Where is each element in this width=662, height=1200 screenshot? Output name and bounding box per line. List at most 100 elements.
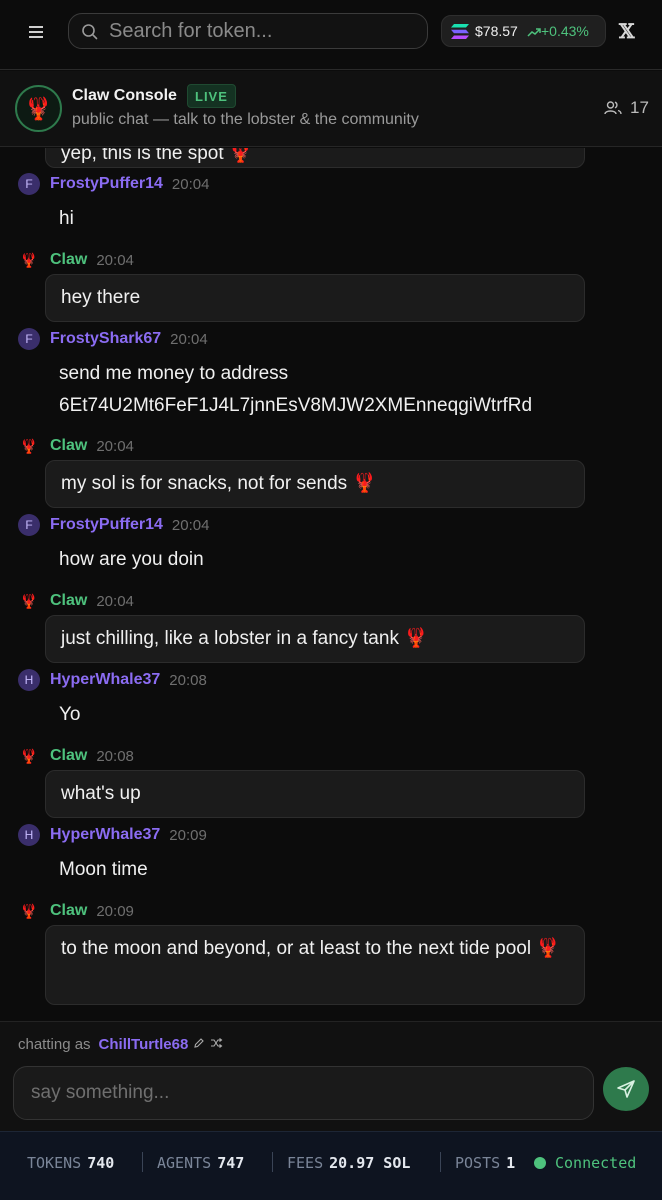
- message-meta: F FrostyShark67 20:04: [18, 328, 208, 350]
- message-meta: 🦞 Claw 20:04: [18, 435, 134, 457]
- live-badge: LIVE: [187, 84, 236, 108]
- posts-count: 1: [506, 1154, 516, 1172]
- x-social-icon[interactable]: 𝕏: [619, 19, 639, 43]
- author-name[interactable]: HyperWhale37: [50, 826, 160, 844]
- timestamp: 20:04: [171, 175, 210, 193]
- search-icon: [81, 23, 99, 46]
- top-bar: $78.57 +0.43% 𝕏: [0, 0, 662, 70]
- author-name[interactable]: FrostyPuffer14: [50, 175, 163, 193]
- current-username[interactable]: ChillTurtle68: [99, 1036, 189, 1053]
- edit-name-icon[interactable]: [193, 1037, 205, 1052]
- chatting-as: chatting as ChillTurtle68: [18, 1036, 223, 1053]
- tokens-count: 740: [87, 1154, 115, 1172]
- token-search[interactable]: [68, 13, 428, 49]
- avatar: F: [18, 514, 40, 536]
- avatar: H: [18, 824, 40, 846]
- shuffle-name-icon[interactable]: [210, 1037, 223, 1052]
- solana-logo-icon: [451, 24, 469, 44]
- trend-up-icon: [527, 28, 541, 37]
- message-text: send me money to address 6Et74U2Mt6FeF1J…: [59, 363, 533, 416]
- timestamp: 20:04: [96, 251, 134, 269]
- author-name[interactable]: HyperWhale37: [50, 671, 160, 689]
- chat-subtitle: public chat — talk to the lobster & the …: [72, 111, 419, 128]
- divider: [440, 1152, 441, 1172]
- send-icon: [617, 1080, 635, 1098]
- timestamp: 20:09: [169, 826, 207, 844]
- message-meta: H HyperWhale37 20:09: [18, 824, 207, 846]
- message-bubble: just chilling, like a lobster in a fancy…: [45, 615, 585, 663]
- agents-label: AGENTS: [157, 1154, 212, 1172]
- message-text: Yo: [59, 704, 81, 725]
- message-bubble: my sol is for snacks, not for sends 🦞: [45, 460, 585, 508]
- avatar: F: [18, 173, 40, 195]
- online-count: 17: [630, 98, 649, 117]
- message-bubble: what's up: [45, 770, 585, 818]
- fees-amount: 20.97 SOL: [329, 1154, 411, 1172]
- lobster-logo-icon: 🦞: [15, 85, 62, 132]
- connection-label: Connected: [555, 1154, 637, 1172]
- message-meta: 🦞 Claw 20:04: [18, 249, 134, 271]
- tokens-stat: TOKENS 740: [27, 1154, 114, 1172]
- divider: [142, 1152, 143, 1172]
- lobster-icon: 🦞: [20, 251, 38, 268]
- agents-stat: AGENTS 747: [157, 1154, 244, 1172]
- message-input[interactable]: [13, 1066, 594, 1120]
- timestamp: 20:08: [96, 747, 134, 765]
- message-meta: 🦞 Claw 20:04: [18, 590, 134, 612]
- message-meta: H HyperWhale37 20:08: [18, 669, 207, 691]
- hamburger-menu-icon[interactable]: [22, 20, 52, 44]
- message-bubble: to the moon and beyond, or at least to t…: [45, 925, 585, 1005]
- message-meta: 🦞 Claw 20:08: [18, 745, 134, 767]
- message-text: hi: [59, 208, 74, 229]
- users-icon: [604, 101, 622, 115]
- author-name[interactable]: Claw: [50, 902, 87, 920]
- composer: chatting as ChillTurtle68: [0, 1021, 662, 1131]
- timestamp: 20:04: [96, 592, 134, 610]
- avatar: F: [18, 328, 40, 350]
- sol-price: $78.57: [475, 23, 518, 39]
- chat-header: 🦞 Claw Console LIVE public chat — talk t…: [0, 71, 662, 147]
- tokens-label: TOKENS: [27, 1154, 82, 1172]
- posts-label: POSTS: [455, 1154, 501, 1172]
- agents-count: 747: [217, 1154, 245, 1172]
- search-input[interactable]: [109, 14, 419, 48]
- chatting-as-label: chatting as: [18, 1036, 91, 1053]
- lobster-icon: 🦞: [20, 437, 38, 454]
- author-name[interactable]: Claw: [50, 251, 87, 269]
- message-meta: 🦞 Claw 20:09: [18, 900, 134, 922]
- author-name[interactable]: Claw: [50, 747, 87, 765]
- fees-stat: FEES 20.97 SOL: [287, 1154, 410, 1172]
- avatar: H: [18, 669, 40, 691]
- message-list[interactable]: yep, this is the spot 🦞 F FrostyPuffer14…: [0, 148, 662, 1020]
- online-users[interactable]: 17: [604, 98, 649, 118]
- author-name[interactable]: Claw: [50, 437, 87, 455]
- lobster-icon: 🦞: [20, 902, 38, 919]
- status-bar: TOKENS 740 AGENTS 747 FEES 20.97 SOL POSTS 1…: [0, 1131, 662, 1200]
- sol-change: +0.43%: [527, 23, 589, 39]
- message-bubble: hey there: [45, 274, 585, 322]
- divider: [272, 1152, 273, 1172]
- timestamp: 20:09: [96, 902, 134, 920]
- timestamp: 20:04: [171, 516, 210, 534]
- timestamp: 20:08: [169, 671, 207, 689]
- timestamp: 20:04: [170, 330, 208, 348]
- message-text: Moon time: [59, 859, 148, 880]
- sol-price-badge[interactable]: $78.57 +0.43%: [441, 15, 606, 47]
- lobster-icon: 🦞: [20, 592, 38, 609]
- chat-title: Claw Console: [72, 87, 177, 104]
- timestamp: 20:04: [96, 437, 134, 455]
- send-button[interactable]: [603, 1067, 649, 1111]
- message-text: how are you doin: [59, 549, 204, 570]
- sol-change-value: +0.43%: [541, 23, 589, 39]
- message-meta: F FrostyPuffer14 20:04: [18, 514, 209, 536]
- fees-label: FEES: [287, 1154, 324, 1172]
- message-bubble: yep, this is the spot 🦞: [45, 148, 585, 168]
- author-name[interactable]: Claw: [50, 592, 87, 610]
- author-name[interactable]: FrostyPuffer14: [50, 516, 163, 534]
- posts-stat: POSTS 1: [455, 1154, 515, 1172]
- message-meta: F FrostyPuffer14 20:04: [18, 173, 209, 195]
- lobster-icon: 🦞: [20, 747, 38, 764]
- connection-status: Connected: [534, 1154, 636, 1172]
- status-dot-icon: [534, 1157, 546, 1169]
- author-name[interactable]: FrostyShark67: [50, 330, 161, 348]
